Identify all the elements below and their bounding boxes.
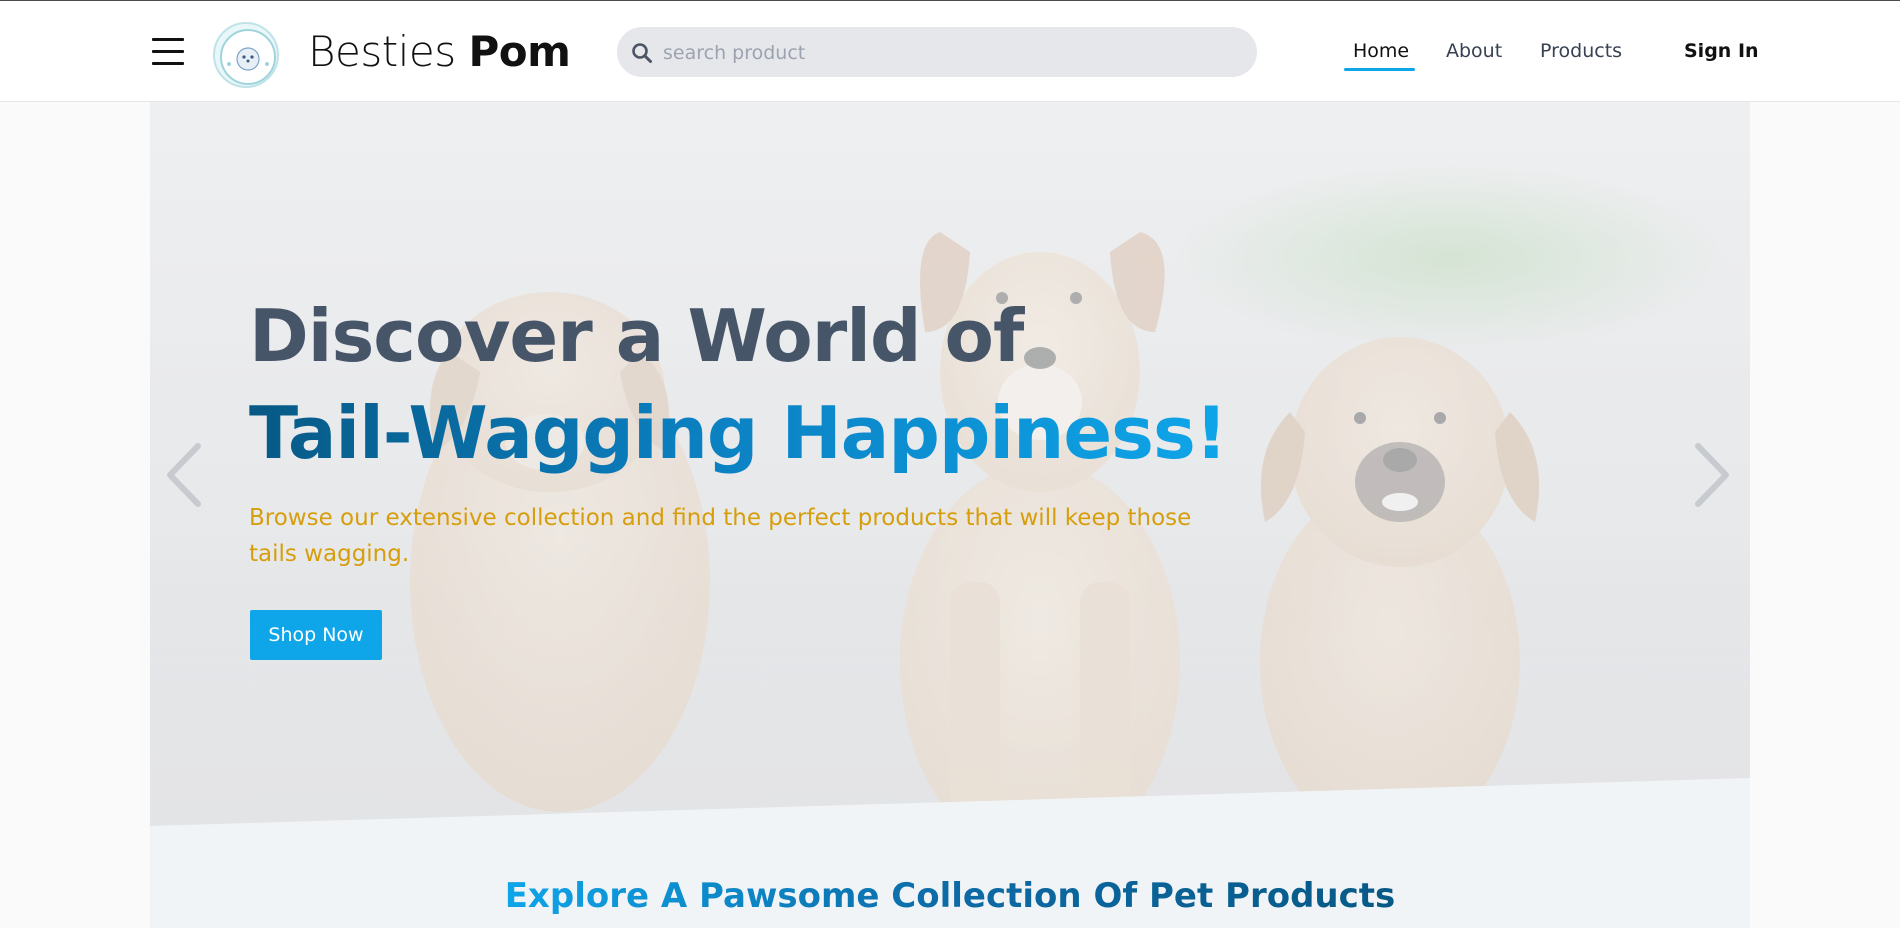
- active-nav-indicator: [1344, 68, 1415, 71]
- chevron-right-icon[interactable]: [1690, 440, 1734, 510]
- collection-title-text: Explore A Pawsome Collection Of Pet Prod…: [504, 876, 1396, 916]
- hero-subtitle: Browse our extensive collection and find…: [249, 505, 1192, 567]
- shop-now-button[interactable]: Shop Now: [250, 610, 382, 660]
- collection-section-title: Explore A Pawsome Collection Of Pet Prod…: [150, 876, 1750, 916]
- hero-title-line1: Discover a World of: [249, 294, 1024, 378]
- brand-name-bold: Pom: [468, 27, 571, 76]
- nav-products[interactable]: Products: [1540, 40, 1622, 62]
- site-header: Besties Pom Home About Products Sign In: [0, 1, 1900, 102]
- brand-logo[interactable]: [213, 22, 279, 88]
- brand-name[interactable]: Besties Pom: [308, 27, 571, 77]
- sign-in-link[interactable]: Sign In: [1684, 40, 1759, 62]
- chevron-left-icon[interactable]: [162, 440, 206, 510]
- search-input[interactable]: [661, 27, 1235, 79]
- nav-home[interactable]: Home: [1353, 40, 1409, 62]
- search-icon[interactable]: [631, 42, 653, 64]
- search-bar: [617, 27, 1257, 79]
- hero-title-line2: Tail-Wagging Happiness!: [249, 391, 1228, 475]
- logo-badge-icon: [220, 29, 276, 85]
- hamburger-menu-icon[interactable]: [152, 38, 184, 66]
- brand-name-light: Besties: [308, 27, 456, 76]
- nav-about[interactable]: About: [1446, 40, 1502, 62]
